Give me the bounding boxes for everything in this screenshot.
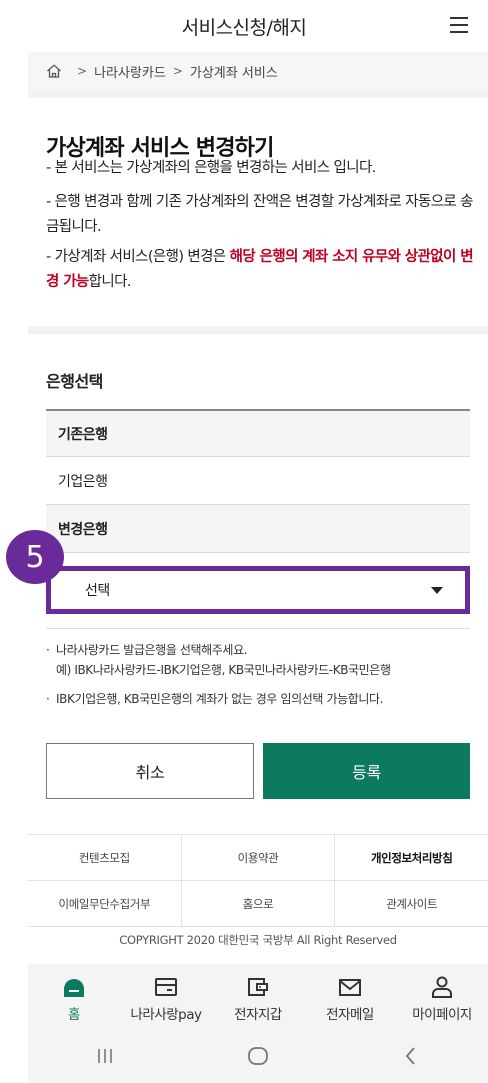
tab-label: 홈 [68,1007,80,1023]
footer-link-privacy[interactable]: 개인정보처리방침 [335,835,488,880]
hamburger-menu-icon[interactable] [450,17,468,33]
tab-home[interactable]: 홈 [28,964,120,1028]
step-number-badge: 5 [6,530,64,584]
description-line-3: - 가상계좌 서비스(은행) 변경은 해당 은행의 계좌 소지 유무와 상관없이… [46,245,474,295]
footer-link-terms[interactable]: 이용약관 [182,835,336,880]
current-bank-label: 기존은행 [46,409,470,457]
current-bank-value: 기업은행 [46,457,470,505]
section-divider [28,90,488,98]
tab-label: 전자지갑 [234,1007,282,1023]
description-line-1: - 본 서비스는 가상계좌의 은행을 변경하는 서비스 입니다. [46,160,376,176]
tab-mypage[interactable]: 마이페이지 [396,964,488,1028]
card-icon [155,978,177,996]
bullet: · [46,643,50,657]
note-2: · IBK기업은행, KB국민은행의 계좌가 없는 경우 임의선택 가능합니다. [46,689,476,709]
submit-button[interactable]: 등록 [263,743,470,799]
wallet-icon [248,978,268,996]
footer-link-related-sites[interactable]: 관계사이트 [335,881,488,926]
person-icon [432,976,452,998]
chevron-right-icon: > [172,64,183,78]
note-1: · 나라사랑카드 발급은행을 선택해주세요. 예) IBK나라사랑카드-IBK기… [46,640,476,680]
note-1-line-1: 나라사랑카드 발급은행을 선택해주세요. [56,643,248,657]
bank-table: 기존은행 기업은행 변경은행 [46,409,470,553]
footer-link-email-refusal[interactable]: 이메일무단수집거부 [28,881,182,926]
mail-icon [339,979,361,996]
bottom-tab-bar: 홈 나라사랑pay 전자지갑 전자메일 마이페이지 [28,964,488,1028]
tab-wallet[interactable]: 전자지갑 [212,964,304,1028]
chevron-right-icon: > [77,64,88,78]
tab-narapay[interactable]: 나라사랑pay [120,964,212,1028]
back-icon[interactable] [381,1046,441,1066]
breadcrumb-item-virtual-account[interactable]: 가상계좌 서비스 [190,62,278,81]
footer-links: 컨텐츠모집 이용약관 개인정보처리방침 이메일무단수집거부 홈으로 관계사이트 [28,834,488,927]
cancel-button[interactable]: 취소 [46,743,254,799]
tab-label: 나라사랑pay [130,1007,202,1023]
copyright: COPYRIGHT 2020 대한민국 국방부 All Right Reserv… [119,933,397,947]
description-text: 합니다. [88,274,132,290]
bank-select-value: 선택 [85,583,110,599]
system-navigation-bar [28,1028,488,1083]
note-1-line-2: 예) IBK나라사랑카드-IBK기업은행, KB국민나라사랑카드-KB국민은행 [56,663,391,677]
home-button-icon[interactable] [228,1046,288,1066]
bank-select-dropdown[interactable]: 선택 [46,566,470,614]
breadcrumb-item-naracard[interactable]: 나라사랑카드 [94,62,166,81]
page-title: 서비스신청/해지 [181,16,307,39]
note-2-text: IBK기업은행, KB국민은행의 계좌가 없는 경우 임의선택 가능합니다. [56,692,384,706]
dropdown-caret-icon [431,586,443,594]
tab-email[interactable]: 전자메일 [304,964,396,1028]
home-icon[interactable] [46,64,62,78]
bank-select-title: 은행선택 [46,372,103,391]
footer-link-home[interactable]: 홈으로 [182,881,336,926]
divider [46,628,470,629]
bullet: · [46,692,50,706]
footer-link-contents[interactable]: 컨텐츠모집 [28,835,182,880]
breadcrumb: > 나라사랑카드 > 가상계좌 서비스 [28,52,488,90]
tab-label: 마이페이지 [412,1007,472,1023]
new-bank-label: 변경은행 [46,505,470,553]
recent-apps-icon[interactable] [75,1047,135,1065]
tab-label: 전자메일 [326,1007,374,1023]
description-text: - 가상계좌 서비스(은행) 변경은 [46,249,230,265]
section-divider [28,326,488,334]
home-icon [64,979,84,997]
description-line-2: - 은행 변경과 함께 기존 가상계좌의 잔액은 변경할 가상계좌로 자동으로 … [46,194,474,235]
app-header: 서비스신청/해지 [0,0,488,52]
